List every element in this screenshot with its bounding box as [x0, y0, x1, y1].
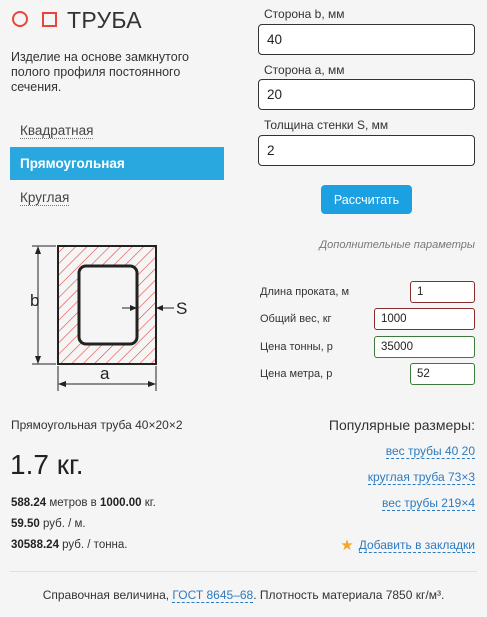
divider: [10, 571, 477, 572]
popular-link[interactable]: вес трубы 219×4: [382, 496, 475, 511]
result-meters: 588.24 метров в 1000.00 кг.: [11, 497, 156, 509]
total-weight-input[interactable]: 1000: [374, 308, 475, 330]
meters-mid: метров в: [46, 497, 100, 509]
result-price-per-meter: 59.50 руб. / м.: [11, 518, 86, 530]
popular-title: Популярные размеры:: [328, 417, 475, 433]
total-weight-label: Общий вес, кг: [260, 313, 332, 325]
ton-price-input[interactable]: 35000: [374, 336, 475, 358]
rub-t-unit: руб. / тонна.: [58, 539, 128, 551]
popular-link[interactable]: круглая труба 73×3: [367, 470, 475, 485]
meters-value: 588.24: [11, 497, 47, 509]
rub-m-unit: руб. / м.: [39, 518, 86, 530]
circle-icon: [12, 11, 28, 27]
result-price-per-ton: 30588.24 руб. / тонна.: [11, 539, 128, 551]
tab-label: Квадратная: [20, 122, 94, 139]
rub-t-value: 30588.24: [11, 539, 59, 551]
side-b-input[interactable]: 40: [258, 24, 475, 55]
wall-thickness-label: Толщина стенки S, мм: [264, 118, 389, 132]
square-icon: [42, 11, 57, 27]
gost-link[interactable]: ГОСТ 8645–68: [172, 588, 254, 603]
footer-text-after: . Плотность материала 7850 кг/м³.: [253, 588, 445, 602]
tab-rectangular[interactable]: Прямоугольная: [10, 147, 224, 180]
meter-price-input[interactable]: 52: [410, 363, 475, 385]
side-a-label: Сторона a, мм: [264, 63, 345, 77]
shape-icons: [12, 11, 57, 27]
star-icon: ★: [340, 537, 354, 554]
dim-b-label: b: [30, 291, 39, 310]
side-a-input[interactable]: 20: [258, 79, 475, 110]
dim-a-label: a: [100, 364, 110, 383]
page-title: ТРУБА: [67, 7, 142, 33]
result-weight: 1.7 кг.: [10, 449, 84, 480]
ton-price-label: Цена тонны, р: [260, 341, 333, 353]
wall-thickness-input[interactable]: 2: [258, 135, 475, 166]
rub-m-value: 59.50: [11, 518, 40, 530]
add-bookmark-button[interactable]: ★ Добавить в закладки: [340, 536, 475, 554]
dim-s-label: S: [176, 299, 187, 318]
footer: Справочная величина, ГОСТ 8645–68. Плотн…: [0, 588, 487, 603]
length-input[interactable]: 1: [410, 281, 475, 303]
tab-label: Круглая: [20, 189, 70, 206]
tab-square[interactable]: Квадратная: [10, 114, 224, 147]
pipe-cross-section-diagram: b a S: [30, 245, 187, 391]
tab-label: Прямоугольная: [20, 156, 125, 171]
extra-params-link[interactable]: Дополнительные параметры: [319, 239, 475, 251]
popular-link[interactable]: вес трубы 40 20: [385, 444, 475, 459]
side-b-label: Сторона b, мм: [264, 7, 345, 21]
tab-round[interactable]: Круглая: [10, 181, 224, 214]
description: Изделие на основе замкнутого полого проф…: [11, 50, 189, 94]
footer-text-before: Справочная величина,: [42, 588, 173, 602]
meters-end: кг.: [141, 497, 156, 509]
meters-kg: 1000.00: [99, 497, 142, 509]
result-title: Прямоугольная труба 40×20×2: [11, 418, 183, 432]
length-label: Длина проката, м: [260, 286, 350, 298]
bookmark-label: Добавить в закладки: [358, 537, 475, 553]
meter-price-label: Цена метра, р: [260, 368, 333, 380]
calculate-button[interactable]: Рассчитать: [321, 185, 412, 214]
